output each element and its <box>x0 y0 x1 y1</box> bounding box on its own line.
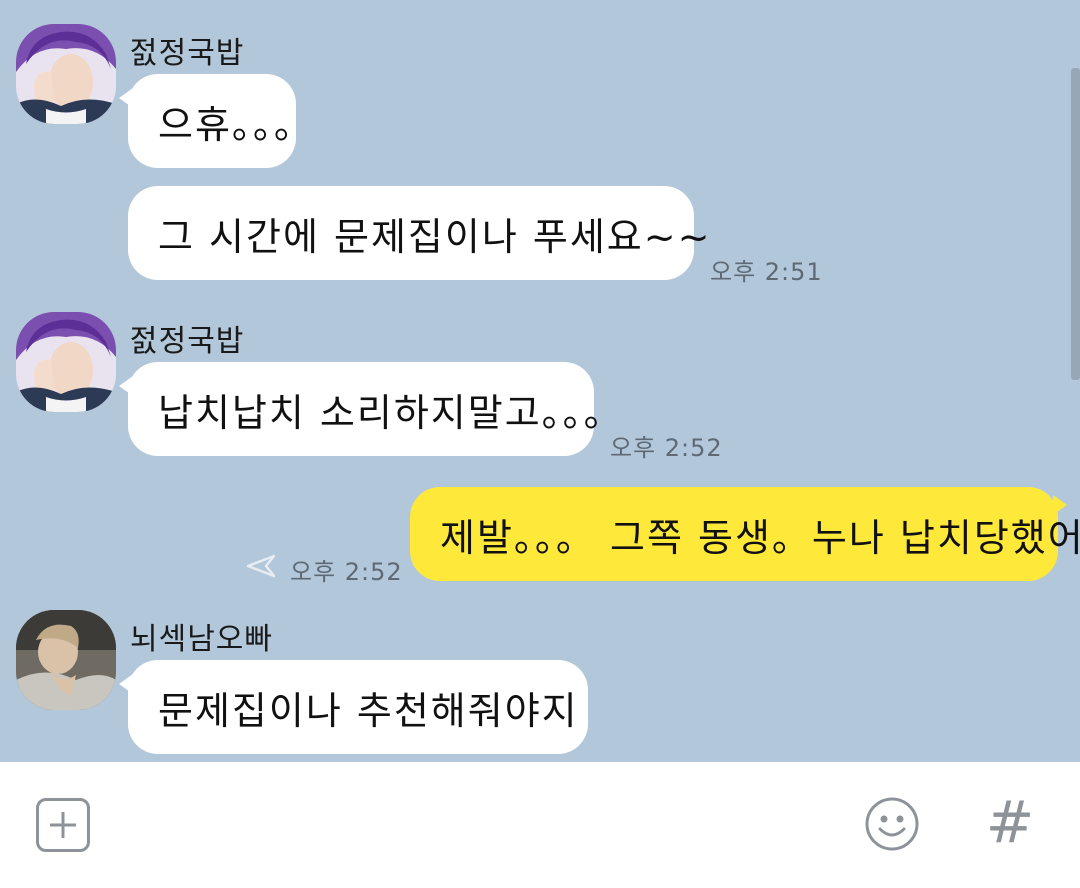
sender-name: 젌정국밥 <box>130 324 245 359</box>
plus-icon[interactable] <box>36 798 90 852</box>
message-timestamp: 오후 2:52 <box>290 558 403 586</box>
avatar[interactable] <box>16 312 116 412</box>
avatar[interactable] <box>16 24 116 124</box>
emoji-icon[interactable] <box>864 796 920 852</box>
message-bubble[interactable]: 으휴。。。 <box>119 74 312 168</box>
sender-name: 젌정국밥 <box>130 36 245 71</box>
avatar[interactable] <box>16 610 116 710</box>
send-status-icon <box>246 554 276 578</box>
message-timestamp: 오후 2:52 <box>610 434 723 462</box>
message-bubble[interactable]: 납치납치 소리하지말고。。。 <box>119 362 622 456</box>
message-bubble[interactable]: 그 시간에 문제집이나 푸세요~~ <box>128 186 709 280</box>
hashtag-icon[interactable]: # <box>984 790 1036 854</box>
scrollbar[interactable] <box>1071 68 1080 380</box>
sender-name: 뇌섹남오빠 <box>130 622 273 657</box>
chat-area[interactable]: 젌정국밥 으휴。。。 그 시간에 문제집이나 푸세요~~ 오후 2:51 젌정국… <box>0 0 1080 762</box>
message-timestamp: 오후 2:51 <box>710 258 823 286</box>
my-message-bubble[interactable]: 제발。。。 그쪽 동생。누나 납치당했어요 <box>410 487 1080 581</box>
message-bubble[interactable]: 문제집이나 추천해줘야지 <box>119 660 588 754</box>
